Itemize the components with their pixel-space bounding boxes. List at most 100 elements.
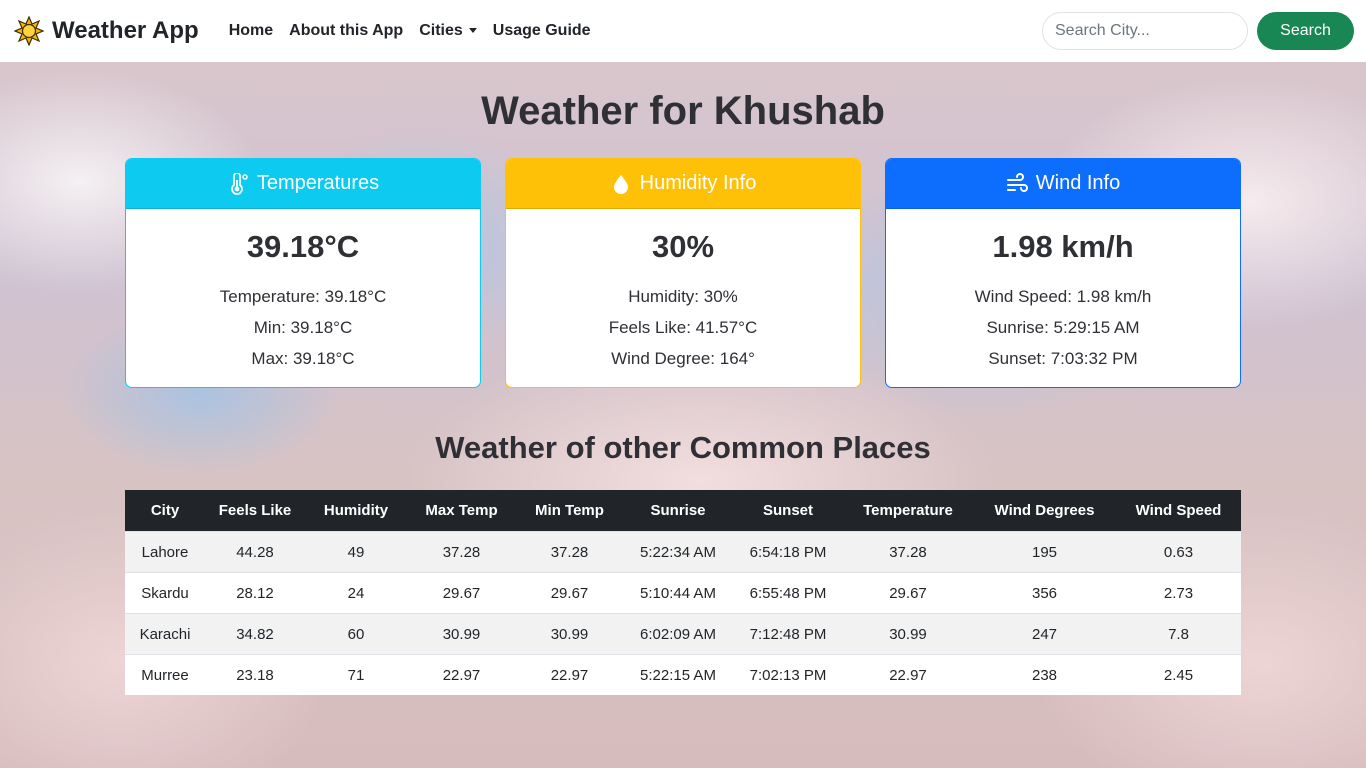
nav-links: Home About this App Cities Usage Guide xyxy=(221,22,599,40)
temperature-card: Temperatures 39.18°C Temperature: 39.18°… xyxy=(125,158,481,388)
cell-feels-like: 44.28 xyxy=(205,531,305,573)
cell-max-temp: 22.97 xyxy=(407,654,516,695)
column-header: Humidity xyxy=(305,490,407,532)
humidity-line: Humidity: 30% xyxy=(628,287,738,306)
cell-wind-speed: 2.45 xyxy=(1116,654,1241,695)
column-header: Sunset xyxy=(733,490,843,532)
cell-city: Karachi xyxy=(125,613,205,655)
cell-sunset: 7:12:48 PM xyxy=(733,613,843,655)
cell-temperature: 22.97 xyxy=(843,654,973,695)
cell-wind-speed: 0.63 xyxy=(1116,531,1241,573)
search-button[interactable]: Search xyxy=(1257,12,1354,50)
main-content: Weather for Khushab Temperatures 39.18°C… xyxy=(0,62,1366,768)
cell-max-temp: 37.28 xyxy=(407,531,516,573)
column-header: Temperature xyxy=(843,490,973,532)
temperature-card-title: Temperatures xyxy=(256,172,380,194)
cell-city: Skardu xyxy=(125,572,205,614)
wind-main-value: 1.98 km/h xyxy=(992,229,1134,264)
cell-wind-speed: 7.8 xyxy=(1116,613,1241,655)
min-temperature-line: Min: 39.18°C xyxy=(253,318,353,337)
nav-about[interactable]: About this App xyxy=(281,22,411,40)
wind-card: Wind Info 1.98 km/h Wind Speed: 1.98 km/… xyxy=(885,158,1241,388)
column-header: Min Temp xyxy=(516,490,623,532)
table-row: Karachi 34.82 60 30.99 30.99 6:02:09 AM … xyxy=(125,613,1241,655)
chevron-down-icon xyxy=(468,28,477,34)
humidity-card: Humidity Info 30% Humidity: 30% Feels Li… xyxy=(505,158,861,388)
thermometer-icon xyxy=(231,172,248,195)
wind-speed-line: Wind Speed: 1.98 km/h xyxy=(974,287,1152,306)
column-header: City xyxy=(125,490,205,532)
column-header: Max Temp xyxy=(407,490,516,532)
cell-sunset: 6:55:48 PM xyxy=(733,572,843,614)
humidity-card-title: Humidity Info xyxy=(639,172,757,194)
column-header: Sunrise xyxy=(623,490,733,532)
cell-feels-like: 34.82 xyxy=(205,613,305,655)
nav-cities-label: Cities xyxy=(419,22,463,39)
cell-temperature: 30.99 xyxy=(843,613,973,655)
humidity-main-value: 30% xyxy=(651,229,715,264)
humidity-card-header: Humidity Info xyxy=(506,159,860,209)
column-header: Feels Like xyxy=(205,490,305,532)
cell-sunset: 7:02:13 PM xyxy=(733,654,843,695)
cell-wind-degrees: 238 xyxy=(973,654,1116,695)
sunrise-line: Sunrise: 5:29:15 AM xyxy=(986,318,1140,337)
table-row: Lahore 44.28 49 37.28 37.28 5:22:34 AM 6… xyxy=(125,531,1241,573)
cell-humidity: 49 xyxy=(305,531,407,573)
navbar: Weather App Home About this App Cities U… xyxy=(0,0,1366,62)
temperature-line: Temperature: 39.18°C xyxy=(219,287,387,306)
brand[interactable]: Weather App xyxy=(14,16,199,46)
cell-humidity: 60 xyxy=(305,613,407,655)
cell-humidity: 24 xyxy=(305,572,407,614)
page-title: Weather for Khushab xyxy=(481,89,885,133)
column-header: Wind Degrees xyxy=(973,490,1116,532)
nav-home[interactable]: Home xyxy=(221,22,281,40)
max-temperature-line: Max: 39.18°C xyxy=(251,349,355,368)
table-header-row: City Feels Like Humidity Max Temp Min Te… xyxy=(125,490,1241,532)
wind-card-body: 1.98 km/h Wind Speed: 1.98 km/h Sunrise:… xyxy=(886,229,1240,374)
cell-min-temp: 29.67 xyxy=(516,572,623,614)
column-header: Wind Speed xyxy=(1116,490,1241,532)
sun-icon xyxy=(14,16,44,46)
cell-min-temp: 37.28 xyxy=(516,531,623,573)
cell-feels-like: 28.12 xyxy=(205,572,305,614)
table-row: Skardu 28.12 24 29.67 29.67 5:10:44 AM 6… xyxy=(125,572,1241,614)
nav-cities-dropdown[interactable]: Cities xyxy=(411,22,485,40)
wind-icon xyxy=(1006,172,1028,192)
cell-wind-degrees: 195 xyxy=(973,531,1116,573)
droplet-icon xyxy=(613,174,628,194)
search-form: Search xyxy=(1042,12,1354,50)
cell-sunrise: 6:02:09 AM xyxy=(623,613,733,655)
cell-wind-degrees: 356 xyxy=(973,572,1116,614)
wind-card-header: Wind Info xyxy=(886,159,1240,209)
cell-sunset: 6:54:18 PM xyxy=(733,531,843,573)
common-places-title: Weather of other Common Places xyxy=(435,430,931,465)
cell-sunrise: 5:22:34 AM xyxy=(623,531,733,573)
sunset-line: Sunset: 7:03:32 PM xyxy=(988,349,1138,368)
wind-degree-line: Wind Degree: 164° xyxy=(611,349,755,368)
cell-humidity: 71 xyxy=(305,654,407,695)
temperature-card-header: Temperatures xyxy=(126,159,480,209)
cell-max-temp: 29.67 xyxy=(407,572,516,614)
cell-temperature: 29.67 xyxy=(843,572,973,614)
cell-city: Murree xyxy=(125,654,205,695)
cell-feels-like: 23.18 xyxy=(205,654,305,695)
table-row: Murree 23.18 71 22.97 22.97 5:22:15 AM 7… xyxy=(125,654,1241,695)
search-input[interactable] xyxy=(1042,12,1248,50)
cell-max-temp: 30.99 xyxy=(407,613,516,655)
common-places-table: City Feels Like Humidity Max Temp Min Te… xyxy=(125,490,1241,695)
cell-sunrise: 5:22:15 AM xyxy=(623,654,733,695)
cell-city: Lahore xyxy=(125,531,205,573)
brand-name: Weather App xyxy=(52,17,199,44)
nav-usage-guide[interactable]: Usage Guide xyxy=(485,22,599,40)
cell-min-temp: 30.99 xyxy=(516,613,623,655)
temperature-card-body: 39.18°C Temperature: 39.18°C Min: 39.18°… xyxy=(126,229,480,374)
temperature-main-value: 39.18°C xyxy=(246,229,360,264)
cell-min-temp: 22.97 xyxy=(516,654,623,695)
cell-wind-speed: 2.73 xyxy=(1116,572,1241,614)
feels-like-line: Feels Like: 41.57°C xyxy=(608,318,758,337)
wind-card-title: Wind Info xyxy=(1035,172,1121,194)
cell-wind-degrees: 247 xyxy=(973,613,1116,655)
cell-sunrise: 5:10:44 AM xyxy=(623,572,733,614)
cell-temperature: 37.28 xyxy=(843,531,973,573)
humidity-card-body: 30% Humidity: 30% Feels Like: 41.57°C Wi… xyxy=(506,229,860,374)
